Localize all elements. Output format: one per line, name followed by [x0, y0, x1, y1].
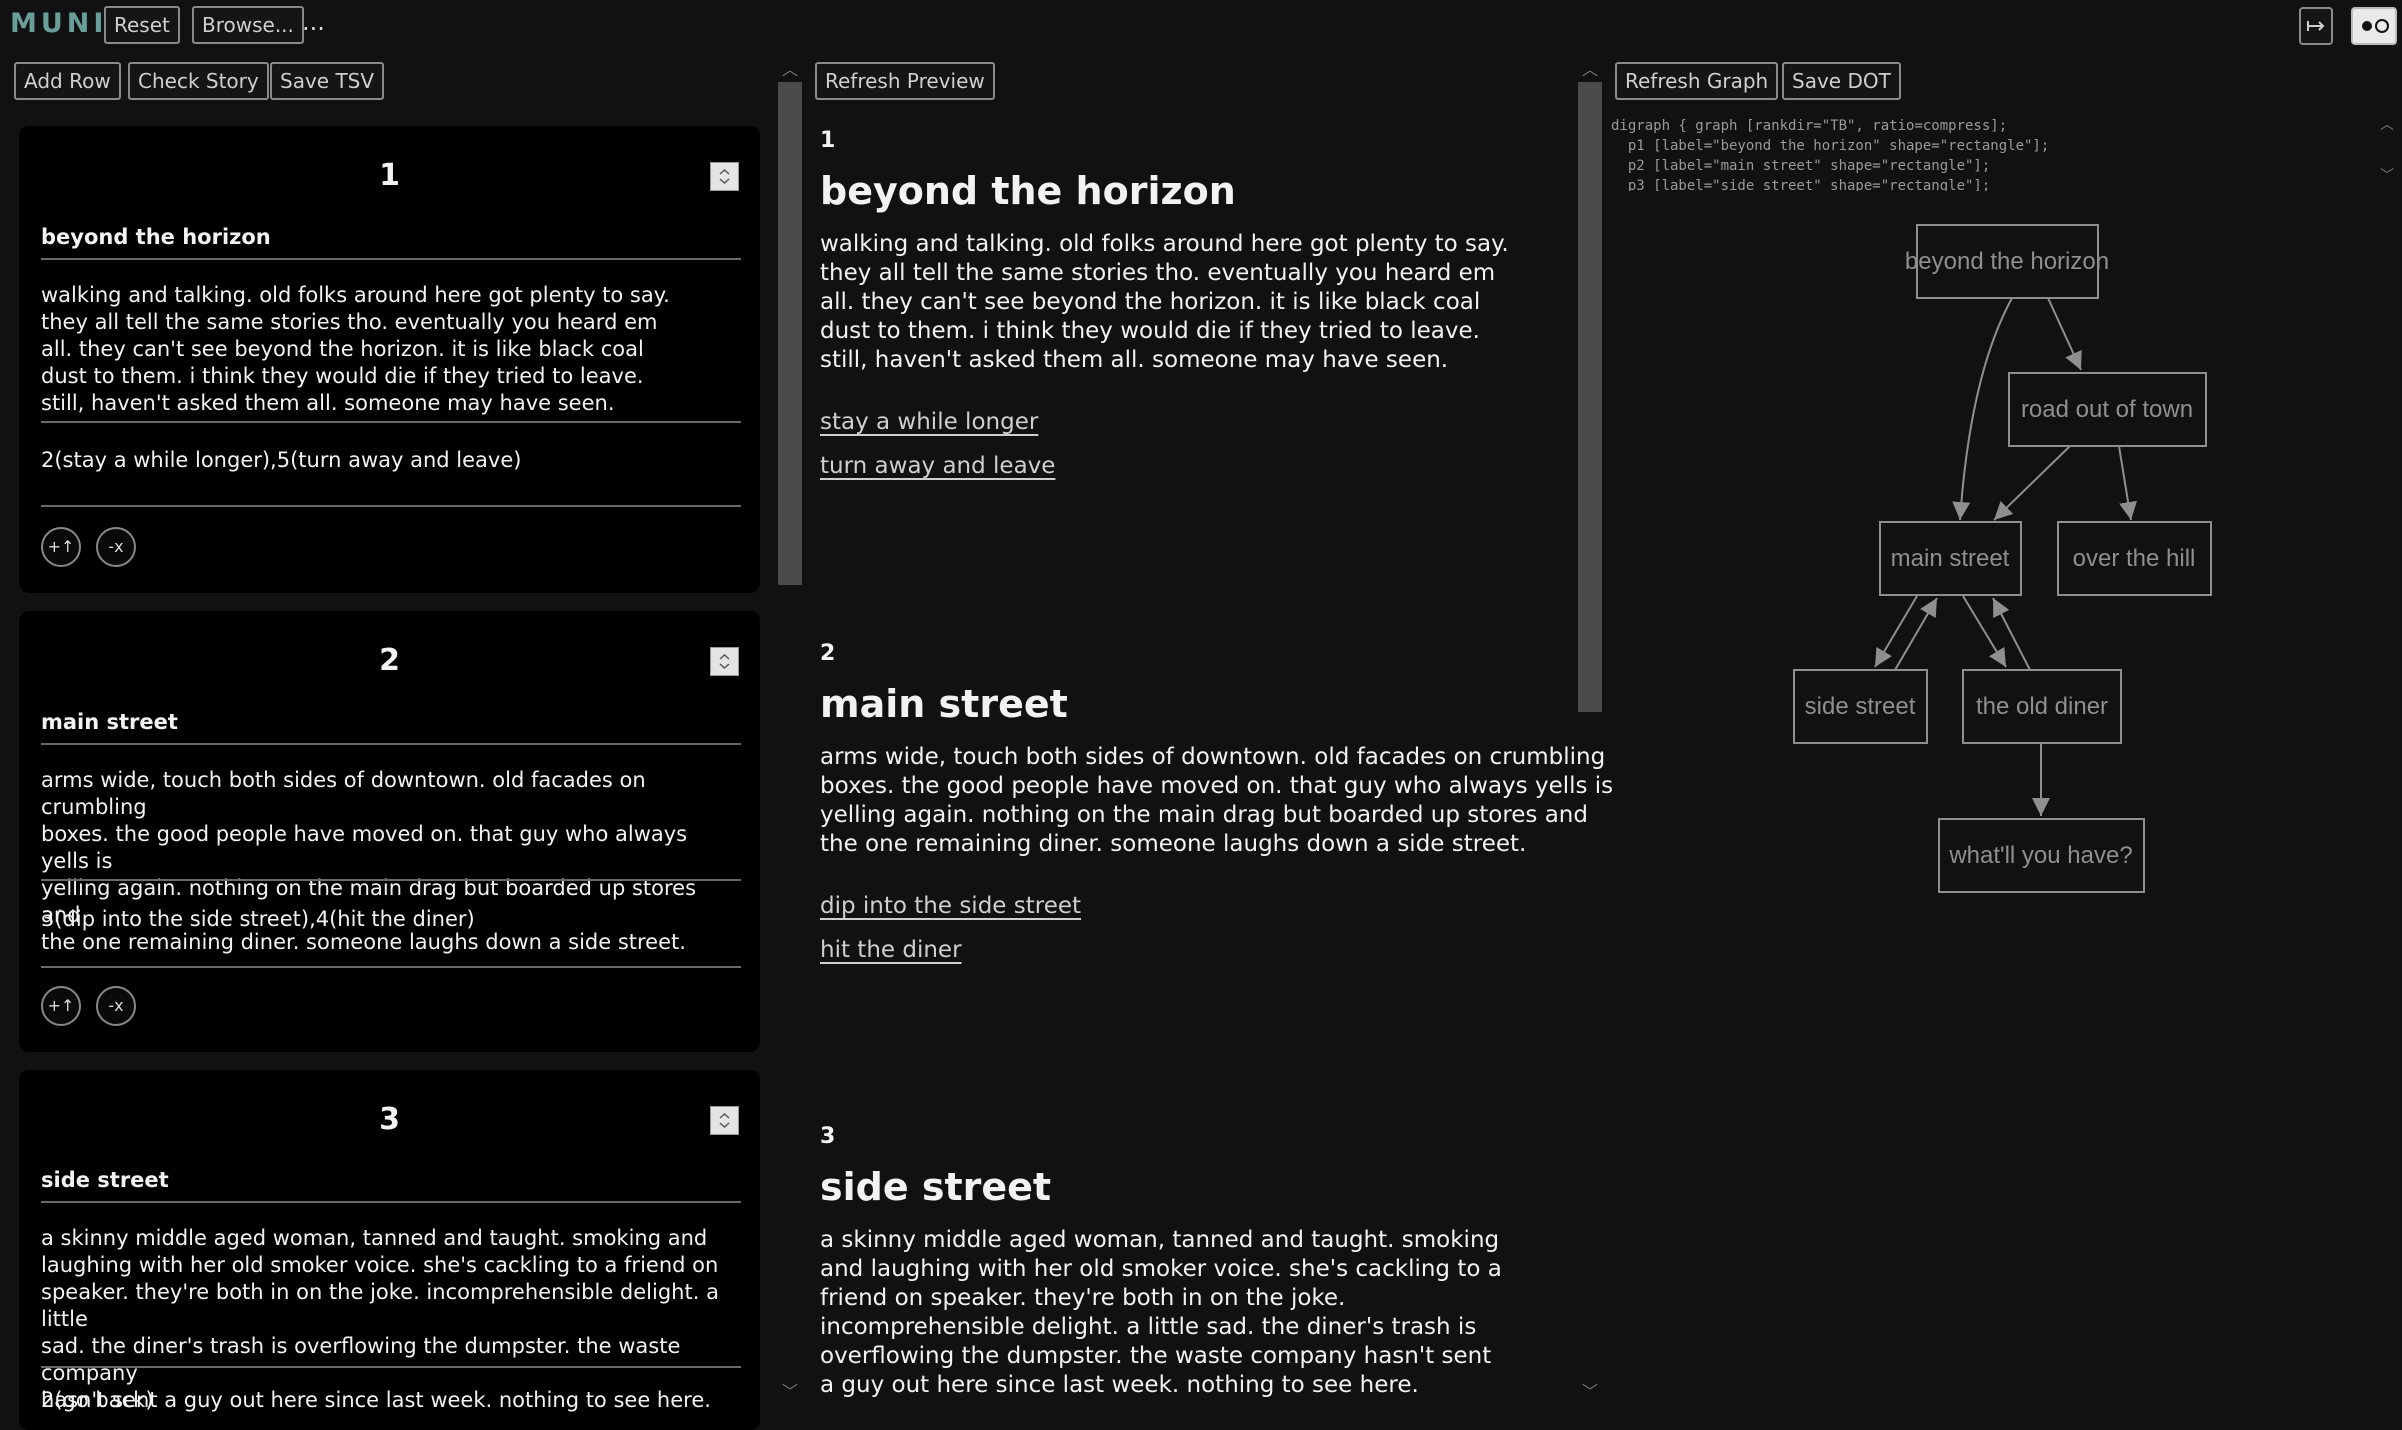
links-divider — [41, 966, 741, 968]
theme-toggle[interactable] — [2351, 7, 2397, 45]
browse-button[interactable]: Browse... — [192, 6, 304, 44]
passage-number: 2 — [820, 641, 836, 666]
row-body[interactable]: a skinny middle aged woman, tanned and t… — [41, 1225, 741, 1414]
theme-toggle-icon — [2362, 19, 2389, 33]
passage-title: side street — [820, 1165, 1052, 1209]
choice-link[interactable]: dip into the side street — [820, 893, 1081, 919]
graph-edge — [2047, 297, 2082, 371]
row-number: 2 — [379, 643, 400, 678]
reset-button[interactable]: Reset — [104, 6, 180, 44]
row-number: 1 — [379, 158, 400, 193]
story-row-2: 2 main street arms wide, touch both side… — [19, 611, 760, 1052]
scroll-up-icon[interactable]: ︿ — [1582, 56, 1598, 80]
insert-row-button[interactable]: +↑ — [41, 527, 81, 567]
passage-title: beyond the horizon — [820, 169, 1236, 213]
row-number-spinner[interactable] — [710, 162, 739, 191]
passage-title: main street — [820, 682, 1068, 726]
graph-node-label: side street — [1805, 693, 1916, 720]
choice-link[interactable]: turn away and leave — [820, 453, 1055, 479]
dot-scroll-down-icon[interactable]: ﹀ — [2380, 165, 2394, 185]
dot-scroll-up-icon[interactable]: ︿ — [2380, 114, 2394, 134]
graph-edge — [1962, 595, 2007, 668]
scroll-down-icon[interactable]: ﹀ — [782, 1378, 798, 1402]
spinner-arrows-icon — [719, 1112, 730, 1129]
expand-button[interactable] — [2299, 7, 2333, 45]
graph-edge — [2118, 445, 2138, 521]
graph-node-label: beyond the horizon — [1905, 248, 2109, 275]
title-divider — [41, 743, 741, 745]
graph-node-label: what'll you have? — [1948, 842, 2132, 869]
graph-edge — [1992, 597, 2031, 671]
passage-body: walking and talking. old folks around he… — [820, 231, 1509, 373]
row-title[interactable]: side street — [41, 1168, 741, 1192]
save-tsv-button[interactable]: Save TSV — [270, 62, 385, 100]
story-row-1: 1 beyond the horizon walking and talking… — [19, 126, 760, 593]
choice-link[interactable]: hit the diner — [820, 937, 962, 963]
body-divider — [41, 421, 741, 423]
refresh-preview-button[interactable]: Refresh Preview — [815, 62, 995, 100]
delete-row-button[interactable]: -x — [96, 986, 136, 1026]
passage-body: a skinny middle aged woman, tanned and t… — [820, 1227, 1502, 1398]
title-divider — [41, 1201, 741, 1203]
filename-ellipsis: ... — [302, 8, 325, 36]
choice-link[interactable]: stay a while longer — [820, 409, 1038, 435]
passage-number: 1 — [820, 128, 836, 153]
check-story-button[interactable]: Check Story — [128, 62, 269, 100]
dot-source-editor[interactable]: digraph { graph [rankdir="TB", ratio=com… — [1611, 116, 2371, 191]
links-divider — [41, 505, 741, 507]
graph-node-label: the old diner — [1976, 693, 2108, 720]
graph-node-label: over the hill — [2073, 545, 2196, 572]
delete-row-button[interactable]: -x — [96, 527, 136, 567]
row-number-spinner[interactable] — [710, 1106, 739, 1135]
row-links[interactable]: 2(stay a while longer),5(turn away and l… — [41, 448, 741, 472]
graph-edge — [1993, 445, 2071, 521]
passage-body: arms wide, touch both sides of downtown.… — [820, 744, 1614, 857]
row-links[interactable]: 3(dip into the side street),4(hit the di… — [41, 907, 741, 931]
story-row-3: 3 side street a skinny middle aged woman… — [19, 1070, 760, 1430]
app-logo: MUNI — [10, 8, 108, 39]
scroll-down-icon[interactable]: ﹀ — [1582, 1378, 1598, 1402]
row-number: 3 — [379, 1102, 400, 1137]
row-number-spinner[interactable] — [710, 647, 739, 676]
title-divider — [41, 258, 741, 260]
add-row-button[interactable]: Add Row — [14, 62, 121, 100]
row-title[interactable]: main street — [41, 710, 741, 734]
row-title[interactable]: beyond the horizon — [41, 225, 741, 249]
scroll-thumb[interactable] — [778, 82, 802, 585]
spinner-arrows-icon — [719, 653, 730, 670]
passage-number: 3 — [820, 1124, 836, 1149]
graph-edge — [1874, 595, 1918, 668]
graph-scrollbar[interactable]: ︿ ﹀ — [1576, 56, 1602, 1401]
body-divider — [41, 879, 741, 881]
preview-scrollbar[interactable]: ︿ ﹀ — [776, 56, 802, 1401]
refresh-graph-button[interactable]: Refresh Graph — [1615, 62, 1779, 100]
scroll-thumb[interactable] — [1578, 82, 1602, 712]
scroll-up-icon[interactable]: ︿ — [782, 56, 798, 80]
insert-row-button[interactable]: +↑ — [41, 986, 81, 1026]
spinner-arrows-icon — [719, 168, 730, 185]
row-links[interactable]: 2(go back) — [41, 1388, 741, 1412]
graph-node-label: main street — [1891, 545, 2010, 572]
save-dot-button[interactable]: Save DOT — [1782, 62, 1901, 100]
body-divider — [41, 1366, 741, 1368]
row-body[interactable]: walking and talking. old folks around he… — [41, 282, 741, 417]
graph-edge — [1952, 297, 2013, 521]
expand-icon — [2307, 21, 2325, 31]
graph-node-label: road out of town — [2021, 396, 2193, 423]
story-graph: beyond the horizon road out of town main… — [1793, 224, 2212, 893]
graph-edge — [1894, 597, 1938, 671]
